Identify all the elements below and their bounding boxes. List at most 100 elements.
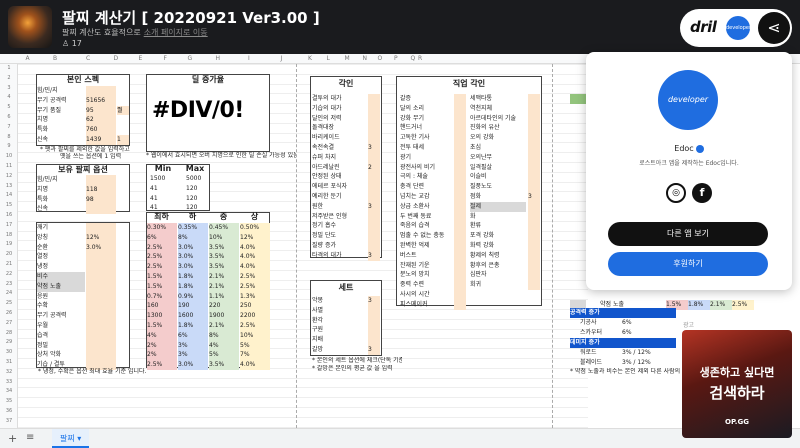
spec-extra[interactable]: 1 — [117, 135, 129, 145]
right-header-cell[interactable] — [570, 94, 586, 104]
grade-value[interactable]: 3.0% — [178, 360, 208, 370]
grade-value[interactable]: 2.1% — [209, 281, 239, 292]
engrave-value[interactable] — [368, 123, 380, 134]
row-header[interactable]: 19 — [0, 241, 18, 247]
spec-label[interactable]: 무기 공격력 — [37, 96, 85, 106]
extra-label[interactable]: 열정 — [37, 252, 85, 262]
extra-label[interactable]: 비수 — [37, 272, 85, 282]
row-header[interactable]: 3 — [0, 85, 18, 91]
grade-value[interactable]: 2.5% — [147, 242, 177, 253]
right-note[interactable]: * 약점 노출과 비수는 본인 제외 다른 사람의 발썹에 의한 기준 — [570, 368, 680, 376]
row-header[interactable]: 33 — [0, 379, 18, 385]
row-header[interactable]: 1 — [0, 65, 18, 71]
owned-label[interactable]: 특화 — [37, 195, 85, 205]
job-right-label[interactable]: 초심 — [470, 143, 526, 153]
job-right-label[interactable]: 오의난무 — [470, 153, 526, 163]
row-header[interactable]: 24 — [0, 290, 18, 296]
extra-note[interactable]: * 냉정, 수확은 옵션 최대 효율 기준 입니다. — [38, 368, 148, 376]
grade-value[interactable]: 2% — [147, 340, 177, 351]
row-header[interactable]: 23 — [0, 281, 18, 287]
job-left-label[interactable]: 넘치는 교감 — [400, 192, 452, 202]
set-note-2[interactable]: * 갈망은 본인의 평균 값 을 입력 — [312, 365, 402, 373]
minmax-max[interactable]: 120 — [186, 184, 214, 194]
grade-value[interactable]: 1.8% — [178, 272, 208, 282]
set-label[interactable]: 구원 — [312, 325, 366, 335]
minmax-max[interactable]: 120 — [186, 194, 214, 204]
attack-label[interactable]: 스카우터 — [580, 328, 620, 338]
job-left-check[interactable] — [454, 241, 466, 251]
grade-header[interactable]: 중 — [208, 212, 239, 222]
grade-value[interactable]: 1.8% — [178, 281, 208, 292]
job-left-check[interactable] — [454, 290, 466, 300]
set-note-1[interactable]: * 본인의 세트 옵션에 체크(단독 기준) — [312, 357, 402, 365]
column-header[interactable]: K — [308, 55, 312, 62]
extra-label[interactable]: 수확 — [37, 301, 85, 311]
job-right-label[interactable]: 회귀 — [470, 280, 526, 290]
extra-value[interactable] — [86, 252, 116, 263]
job-right-label[interactable]: 오의 강화 — [470, 133, 526, 143]
grade-value[interactable]: 1.8% — [178, 321, 208, 331]
grade-value[interactable]: 1.5% — [147, 272, 177, 282]
grade-header[interactable]: 하 — [177, 212, 208, 222]
damage-label[interactable]: 블레이드 — [580, 358, 620, 368]
spec-label[interactable]: 특화 — [37, 125, 85, 135]
minmax-min[interactable]: 1500 — [150, 174, 178, 184]
job-left-label[interactable]: 완벽한 억제 — [400, 241, 452, 251]
grade-value[interactable]: 8% — [209, 330, 239, 341]
grade-value[interactable]: 10% — [209, 232, 239, 243]
row-header[interactable]: 26 — [0, 310, 18, 316]
column-header[interactable]: C — [86, 55, 90, 62]
set-label[interactable]: 지배 — [312, 335, 366, 345]
engrave-value[interactable] — [368, 192, 380, 202]
extra-value[interactable] — [86, 281, 116, 292]
grade-value[interactable]: 0.7% — [147, 291, 177, 302]
job-left-check[interactable] — [454, 280, 466, 290]
grade-value[interactable]: 220 — [209, 301, 239, 312]
engrave-label[interactable]: 타격의 대가 — [312, 251, 366, 261]
job-left-check[interactable] — [454, 201, 466, 212]
grade-value[interactable]: 250 — [240, 301, 270, 312]
grade-value[interactable]: 7% — [240, 350, 270, 361]
dril-logo[interactable]: dril — [690, 18, 717, 36]
dill-note[interactable]: * 웹이에서 효시되면 오버 치명으로 인한 딜 손실 가능성 있음 — [146, 152, 296, 160]
grade-value[interactable]: 0.45% — [209, 223, 239, 233]
attack-value[interactable]: 6% — [622, 318, 662, 328]
job-left-check[interactable] — [454, 182, 466, 192]
set-value[interactable] — [368, 305, 380, 316]
spec-value[interactable]: 1439 — [86, 135, 116, 145]
job-left-label[interactable]: 고독한 기사 — [400, 133, 452, 143]
damage-label[interactable]: 워로드 — [580, 348, 620, 358]
row-header[interactable]: 10 — [0, 153, 18, 159]
engrave-value[interactable] — [368, 152, 380, 163]
engrave-label[interactable]: 달인의 저력 — [312, 114, 366, 124]
row-header[interactable]: 13 — [0, 183, 18, 189]
job-right-value[interactable] — [528, 231, 540, 241]
row-header[interactable]: 21 — [0, 261, 18, 267]
row-header[interactable]: 37 — [0, 418, 18, 424]
job-right-label[interactable]: 점화 — [470, 192, 526, 202]
column-header[interactable]: R — [418, 55, 422, 62]
job-left-check[interactable] — [454, 250, 466, 261]
engrave-value[interactable] — [368, 113, 380, 124]
row-header[interactable]: 5 — [0, 104, 18, 110]
extra-value[interactable] — [86, 350, 116, 361]
row-header[interactable]: 14 — [0, 192, 18, 198]
spec-label[interactable]: 힘/민/지 — [37, 86, 85, 96]
grade-value[interactable]: 4.0% — [240, 262, 270, 272]
job-left-label[interactable]: 사시의 시간 — [400, 290, 452, 300]
owned-value[interactable] — [86, 204, 116, 215]
grade-value[interactable]: 6% — [147, 232, 177, 243]
job-left-label[interactable]: 강화 무기 — [400, 114, 452, 124]
row-header[interactable]: 36 — [0, 408, 18, 414]
row-header[interactable]: 15 — [0, 202, 18, 208]
instagram-icon[interactable]: ◎ — [666, 183, 686, 203]
job-right-label[interactable]: 환류 — [470, 221, 526, 231]
other-apps-button[interactable]: 다른 앱 보기 — [608, 222, 768, 246]
set-value[interactable] — [368, 335, 380, 345]
grade-value[interactable]: 0.35% — [178, 223, 208, 233]
row-header[interactable]: 32 — [0, 369, 18, 375]
engrave-value[interactable] — [368, 231, 380, 241]
engrave-label[interactable]: 속전속결 — [312, 143, 366, 153]
grade-value[interactable]: 12% — [240, 232, 270, 243]
grade-value[interactable]: 4.0% — [240, 242, 270, 253]
